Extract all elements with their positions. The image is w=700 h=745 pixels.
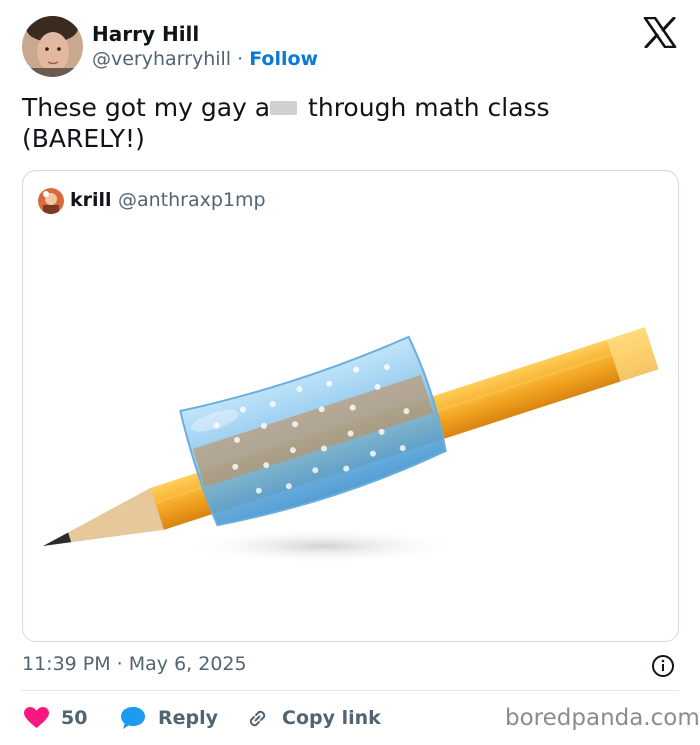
x-logo-icon[interactable] bbox=[643, 16, 677, 49]
author-name[interactable]: Harry Hill bbox=[92, 22, 199, 46]
author-avatar[interactable] bbox=[22, 16, 83, 77]
like-button[interactable]: 50 bbox=[24, 704, 87, 732]
author-handle-line: @veryharryhill · Follow bbox=[92, 48, 318, 70]
reply-label: Reply bbox=[158, 707, 219, 729]
link-icon bbox=[249, 710, 266, 726]
watermark: boredpanda.com bbox=[505, 705, 700, 731]
tweet-timestamp[interactable]: 11:39 PM · May 6, 2025 bbox=[22, 653, 247, 675]
author-handle[interactable]: @veryharryhill bbox=[92, 48, 231, 70]
speech-bubble-icon bbox=[121, 707, 145, 729]
handle-separator: · bbox=[231, 48, 250, 70]
reply-button[interactable]: Reply bbox=[120, 704, 218, 732]
quote-author-handle[interactable]: @anthraxp1mp bbox=[118, 189, 266, 211]
copy-link-button[interactable]: Copy link bbox=[245, 704, 381, 732]
like-count: 50 bbox=[61, 707, 88, 729]
divider bbox=[22, 690, 679, 691]
pencil-with-grip-image[interactable] bbox=[23, 231, 678, 641]
info-icon[interactable] bbox=[651, 654, 675, 678]
tweet-text-part2: through math class bbox=[300, 93, 550, 122]
follow-button[interactable]: Follow bbox=[249, 48, 318, 70]
copy-link-label: Copy link bbox=[282, 707, 381, 729]
tweet-text-line2: (BARELY!) bbox=[22, 124, 145, 153]
quoted-tweet-card[interactable]: krill @anthraxp1mp bbox=[22, 170, 679, 642]
heart-icon bbox=[24, 707, 49, 728]
quote-author-name[interactable]: krill bbox=[70, 189, 112, 211]
tweet-text: These got my gay a through math class (B… bbox=[22, 92, 662, 154]
censored-word bbox=[270, 101, 298, 115]
quote-author-avatar[interactable] bbox=[38, 188, 64, 214]
tweet-text-part1: These got my gay a bbox=[22, 93, 271, 122]
